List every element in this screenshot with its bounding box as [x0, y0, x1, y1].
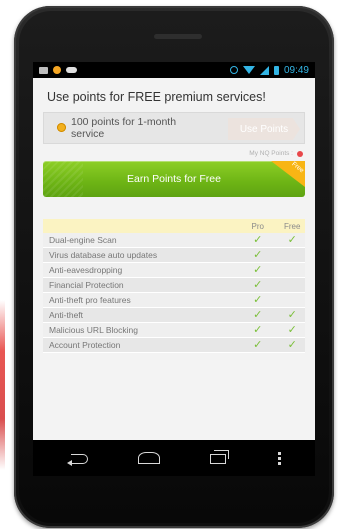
table-row: Financial Protection ✓ — [43, 278, 305, 293]
table-row: Anti-theft ✓ ✓ — [43, 308, 305, 323]
notification-icon — [39, 66, 48, 74]
table-row: Anti-eavesdropping ✓ — [43, 263, 305, 278]
checkmark-icon: ✓ — [253, 338, 263, 351]
table-row: Malicious URL Blocking ✓ ✓ — [43, 323, 305, 338]
menu-icon[interactable] — [277, 451, 281, 465]
left-edge-accent — [0, 300, 5, 470]
nq-points-label: My NQ Points : — [249, 150, 293, 157]
earpiece-speaker — [154, 34, 202, 39]
wifi-icon — [242, 66, 255, 74]
coin-icon — [57, 123, 66, 132]
feature-name: Anti-theft pro features — [49, 295, 131, 305]
pro-cell: ✓ — [236, 263, 279, 276]
checkmark-icon: ✓ — [253, 263, 263, 276]
checkmark-icon: ✓ — [253, 323, 263, 336]
table-row: Anti-theft pro features ✓ — [43, 293, 305, 308]
pro-cell: ✓ — [236, 323, 279, 336]
pro-cell: ✓ — [236, 278, 279, 291]
pro-cell: ✓ — [236, 233, 279, 246]
status-right-icons: 09:49 — [229, 64, 309, 76]
pro-column-header: Pro — [251, 221, 264, 231]
free-cell: ✓ — [279, 338, 305, 351]
feature-name: Anti-theft — [49, 310, 84, 320]
back-icon[interactable] — [67, 452, 89, 466]
table-row: Account Protection ✓ ✓ — [43, 338, 305, 353]
table-row: Virus database auto updates ✓ — [43, 248, 305, 263]
navigation-bar — [33, 440, 315, 476]
checkmark-icon: ✓ — [287, 233, 297, 246]
checkmark-icon: ✓ — [287, 308, 297, 321]
signal-icon — [259, 65, 269, 75]
cloud-icon — [66, 67, 77, 73]
feature-comparison-table: Pro Free Dual-engine Scan ✓ ✓ Virus databas… — [43, 219, 305, 353]
feature-name: Financial Protection — [49, 280, 124, 290]
pro-cell: ✓ — [236, 293, 279, 306]
use-points-button[interactable]: Use Points — [228, 118, 300, 140]
checkmark-icon: ✓ — [253, 308, 263, 321]
status-bar: 09:49 — [33, 62, 315, 78]
checkmark-icon: ✓ — [287, 323, 297, 336]
nq-points-row[interactable]: My NQ Points : — [43, 150, 305, 157]
pro-cell: ✓ — [236, 338, 279, 351]
app-notification-icon — [53, 66, 61, 74]
free-cell: ✓ — [279, 233, 305, 246]
checkmark-icon: ✓ — [253, 278, 263, 291]
home-icon[interactable] — [137, 452, 161, 464]
feature-name: Anti-eavesdropping — [49, 265, 123, 275]
earn-points-button[interactable]: Earn Points for Free Free — [43, 161, 305, 197]
free-cell: ✓ — [279, 308, 305, 321]
earn-points-label: Earn Points for Free — [127, 173, 221, 185]
points-offer-text: 100 points for 1-month service — [71, 116, 177, 140]
page-title: Use points for FREE premium services! — [47, 90, 266, 104]
pro-cell: ✓ — [236, 248, 279, 261]
phone-screen: 09:49 Use points for FREE premium servic… — [33, 62, 315, 467]
checkmark-icon: ✓ — [253, 293, 263, 306]
status-time: 09:49 — [283, 64, 309, 76]
battery-icon — [273, 65, 279, 75]
feature-name: Virus database auto updates — [49, 250, 158, 260]
checkmark-icon: ✓ — [287, 338, 297, 351]
free-column-header: Free — [283, 221, 301, 231]
alarm-icon — [229, 66, 238, 74]
points-offer-box: 100 points for 1-month service Use Point… — [43, 112, 305, 144]
pro-cell: ✓ — [236, 308, 279, 321]
checkmark-icon: ✓ — [253, 248, 263, 261]
status-left-icons — [39, 66, 77, 74]
feature-name: Account Protection — [49, 340, 121, 350]
checkmark-icon: ✓ — [253, 233, 263, 246]
feature-name: Malicious URL Blocking — [49, 325, 138, 335]
recent-apps-icon[interactable] — [209, 450, 230, 464]
free-cell: ✓ — [279, 323, 305, 336]
feature-name: Dual-engine Scan — [49, 235, 117, 245]
table-header: Pro Free — [43, 219, 305, 233]
points-indicator-icon — [297, 150, 303, 157]
main-content: Use points for FREE premium services! 10… — [33, 78, 315, 353]
table-row: Dual-engine Scan ✓ ✓ — [43, 233, 305, 248]
feature-rows: Dual-engine Scan ✓ ✓ Virus database auto up… — [43, 233, 305, 353]
